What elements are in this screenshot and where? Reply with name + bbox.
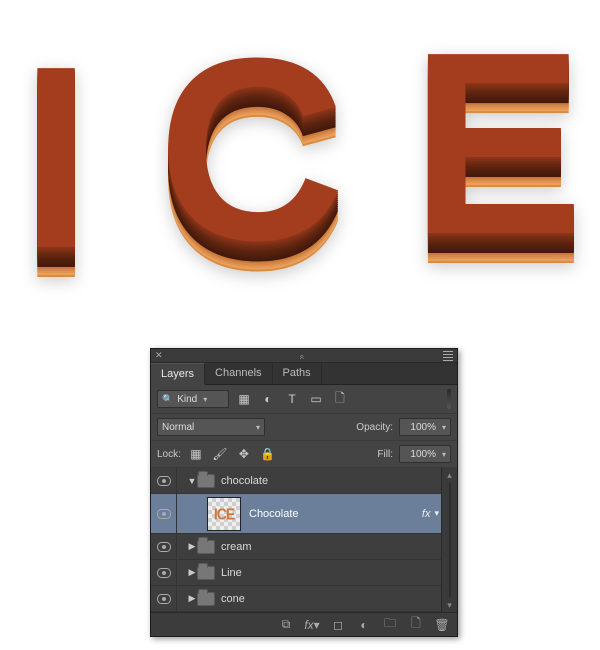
fill-input[interactable] [404, 449, 436, 460]
folder-icon [197, 474, 215, 488]
tab-layers[interactable]: Layers [151, 363, 205, 385]
filter-pixel-icon[interactable]: ▦ [235, 390, 253, 408]
artwork-letter-i: I [20, 28, 88, 288]
panel-drag-handle[interactable] [301, 350, 304, 362]
chevron-down-icon: ▾ [442, 450, 446, 459]
twisty-open-icon[interactable]: ▼ [187, 476, 197, 486]
scroll-thumb[interactable] [449, 483, 451, 597]
folder-icon [197, 592, 215, 606]
add-mask-icon[interactable]: ◻ [327, 616, 349, 634]
new-group-icon[interactable]: 🗀 [379, 616, 401, 634]
chevron-down-icon: ▾ [442, 423, 446, 432]
chevron-down-icon: ▾ [203, 395, 207, 404]
thumbnail-preview-text: ICE [214, 505, 234, 523]
lock-transparency-icon[interactable]: ▦ [187, 445, 205, 463]
link-layers-icon[interactable]: ⧉ [275, 616, 297, 634]
folder-icon [197, 540, 215, 554]
twisty-closed-icon[interactable]: ▶ [187, 541, 197, 552]
delete-layer-icon[interactable]: 🗑 [431, 616, 453, 634]
layer-group-chocolate[interactable]: ▼ chocolate [151, 468, 457, 494]
panel-titlebar: ✕ [151, 349, 457, 363]
layer-group-label: Line [221, 567, 242, 579]
artwork-letter-c: C [158, 20, 342, 280]
layer-style-icon[interactable]: fx▾ [301, 616, 323, 634]
filter-type-icon[interactable]: T [283, 390, 301, 408]
new-adjustment-icon[interactable]: ◐ [353, 616, 375, 634]
tab-paths[interactable]: Paths [273, 363, 322, 384]
visibility-eye-icon[interactable] [157, 509, 171, 519]
filter-kind-dropdown[interactable]: 🔍 Kind ▾ [157, 390, 229, 408]
opacity-label: Opacity: [356, 422, 393, 433]
opacity-input[interactable] [404, 422, 436, 433]
visibility-eye-icon[interactable] [157, 594, 171, 604]
layer-label: Chocolate [249, 508, 299, 520]
new-layer-icon[interactable]: 🗋 [405, 616, 427, 634]
close-icon[interactable]: ✕ [155, 350, 163, 361]
layer-group-cone[interactable]: ▶ cone [151, 586, 457, 612]
layer-thumbnail[interactable]: ICE [207, 497, 241, 531]
scroll-up-icon[interactable]: ▴ [442, 468, 457, 482]
filter-adjustment-icon[interactable]: ◐ [259, 390, 277, 408]
lock-label: Lock: [157, 449, 181, 460]
layer-group-line[interactable]: ▶ Line [151, 560, 457, 586]
filter-kind-label: Kind [177, 394, 197, 405]
opacity-field[interactable]: ▾ [399, 418, 451, 436]
fill-field[interactable]: ▾ [399, 445, 451, 463]
lock-row: Lock: ▦ 🖌 ✥ 🔒 Fill: ▾ [151, 441, 457, 468]
layer-group-label: cone [221, 593, 245, 605]
layer-group-label: chocolate [221, 475, 268, 487]
panel-menu-icon[interactable] [443, 351, 453, 361]
visibility-eye-icon[interactable] [157, 568, 171, 578]
twisty-closed-icon[interactable]: ▶ [187, 593, 197, 604]
blend-mode-dropdown[interactable]: Normal ▾ [157, 418, 265, 436]
layers-panel: ✕ Layers Channels Paths 🔍 Kind ▾ ▦ ◐ T ▭… [150, 348, 458, 637]
folder-icon [197, 566, 215, 580]
layers-scrollbar[interactable]: ▴ ▾ [441, 468, 457, 612]
layer-effects-badge[interactable]: fx [422, 508, 431, 520]
layer-chocolate[interactable]: ICE Chocolate fx ▾ [151, 494, 457, 534]
layer-group-label: cream [221, 541, 252, 553]
tab-channels[interactable]: Channels [205, 363, 272, 384]
layer-tree: ▼ chocolate ICE Chocolate fx ▾ ▶ cream ▶ [151, 468, 457, 612]
artwork-canvas: I C E [0, 0, 600, 320]
twisty-closed-icon[interactable]: ▶ [187, 567, 197, 578]
panel-tabs: Layers Channels Paths [151, 363, 457, 385]
chevron-down-icon[interactable]: ▾ [434, 508, 439, 519]
blend-row: Normal ▾ Opacity: ▾ [151, 414, 457, 441]
filter-shape-icon[interactable]: ▭ [307, 390, 325, 408]
scroll-down-icon[interactable]: ▾ [442, 598, 457, 612]
lock-position-icon[interactable]: ✥ [235, 445, 253, 463]
chevron-down-icon: ▾ [256, 423, 260, 432]
visibility-eye-icon[interactable] [157, 476, 171, 486]
filter-toggle-icon[interactable] [447, 389, 451, 409]
fill-label: Fill: [377, 449, 393, 460]
visibility-eye-icon[interactable] [157, 542, 171, 552]
blend-mode-value: Normal [162, 422, 194, 433]
layer-group-cream[interactable]: ▶ cream [151, 534, 457, 560]
lock-all-icon[interactable]: 🔒 [259, 445, 277, 463]
filter-smart-icon[interactable]: 🗋 [331, 390, 349, 408]
artwork-letter-e: E [411, 14, 580, 274]
lock-pixels-icon[interactable]: 🖌 [211, 445, 229, 463]
search-icon: 🔍 [162, 394, 173, 405]
layer-filter-row: 🔍 Kind ▾ ▦ ◐ T ▭ 🗋 [151, 385, 457, 414]
panel-footer: ⧉ fx▾ ◻ ◐ 🗀 🗋 🗑 [151, 612, 457, 636]
